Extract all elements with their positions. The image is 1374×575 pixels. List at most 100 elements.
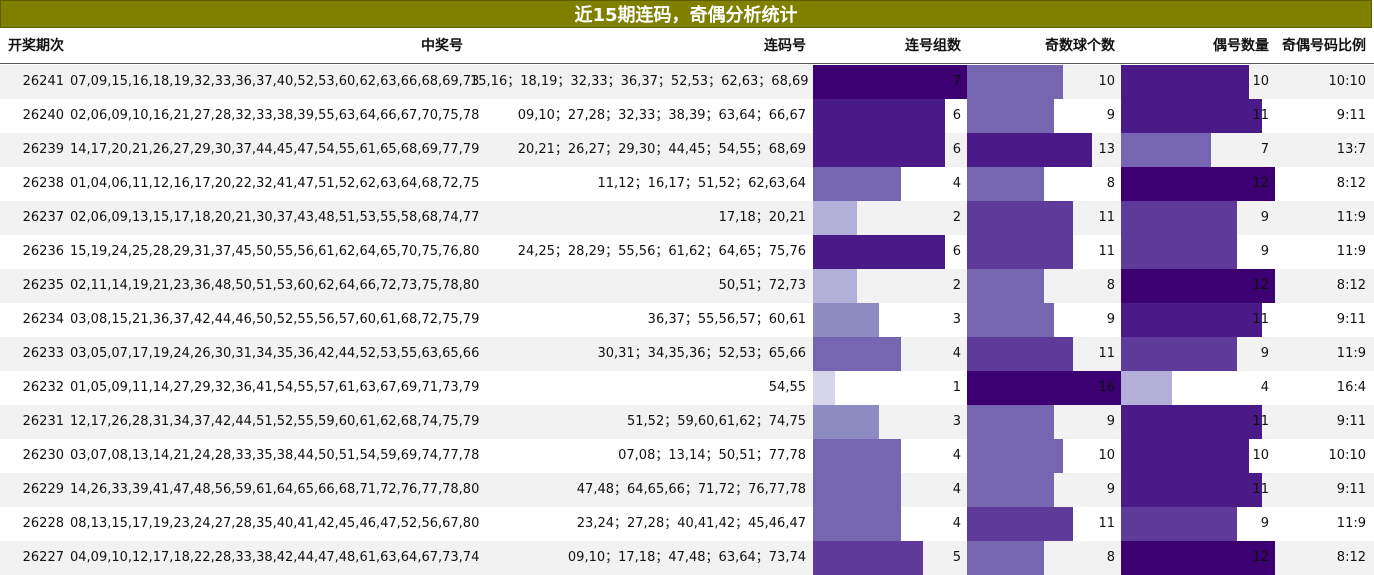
cell-odd: 11 (1098, 210, 1115, 225)
cell-even: 12 (1252, 550, 1269, 565)
cell-ratio: 9:11 (1336, 312, 1366, 327)
cell-consec: 50,51；72,73 (718, 278, 806, 293)
cell-even: 10 (1252, 448, 1269, 463)
cell-groups: 6 (952, 142, 961, 157)
cell-ratio: 9:11 (1336, 108, 1366, 123)
cell-consec: 23,24；27,28；40,41,42；45,46,47 (576, 516, 806, 531)
cell-period: 26235 (22, 278, 64, 293)
cell-numbers: 04,09,10,12,17,18,22,28,33,38,42,44,47,4… (70, 550, 480, 565)
cell-numbers: 03,07,08,13,14,21,24,28,33,35,38,44,50,5… (70, 448, 480, 463)
cell-ratio: 11:9 (1336, 516, 1366, 531)
cell-odd: 9 (1106, 414, 1115, 429)
cell-period: 26239 (22, 142, 64, 157)
cell-period: 26241 (22, 74, 64, 89)
cell-consec: 51,52；59,60,61,62；74,75 (627, 414, 806, 429)
cell-even: 11 (1252, 482, 1269, 497)
header-ratio: 奇偶号码比例 (1282, 38, 1366, 54)
cell-groups: 6 (952, 108, 961, 123)
header-odd: 奇数球个数 (1045, 38, 1115, 54)
cell-period: 26231 (22, 414, 64, 429)
table-row: 26241 07,09,15,16,18,19,32,33,36,37,40,52… (0, 65, 1374, 99)
cell-ratio: 11:9 (1336, 244, 1366, 259)
cell-numbers: 03,05,07,17,19,24,26,30,31,34,35,36,42,4… (70, 346, 480, 361)
cell-groups: 2 (952, 210, 961, 225)
cell-numbers: 14,26,33,39,41,47,48,56,59,61,64,65,66,6… (70, 482, 480, 497)
table-title: 近15期连码，奇偶分析统计 (0, 0, 1372, 28)
cell-consec: 15,16；18,19；32,33；36,37；52,53；62,63；68,6… (470, 74, 809, 89)
cell-numbers: 08,13,15,17,19,23,24,27,28,35,40,41,42,4… (70, 516, 480, 531)
table-row: 26240 02,06,09,10,16,21,27,28,32,33,38,39… (0, 99, 1374, 133)
cell-ratio: 10:10 (1328, 74, 1366, 89)
cell-even: 12 (1252, 176, 1269, 191)
header-row: 开奖期次 中奖号 连码号 连号组数 奇数球个数 偶号数量 奇偶号码比例 (0, 30, 1374, 64)
cell-period: 26230 (22, 448, 64, 463)
cell-groups: 4 (952, 482, 961, 497)
cell-numbers: 02,06,09,10,16,21,27,28,32,33,38,39,55,6… (70, 108, 480, 123)
cell-consec: 47,48；64,65,66；71,72；76,77,78 (576, 482, 806, 497)
cell-even: 7 (1260, 142, 1269, 157)
cell-period: 26240 (22, 108, 64, 123)
cell-odd: 9 (1106, 482, 1115, 497)
cell-even: 11 (1252, 312, 1269, 327)
cell-odd: 8 (1106, 176, 1115, 191)
cell-consec: 07,08；13,14；50,51；77,78 (618, 448, 806, 463)
cell-consec: 20,21；26,27；29,30；44,45；54,55；68,69 (517, 142, 806, 157)
cell-groups: 4 (952, 176, 961, 191)
cell-consec: 09,10；17,18；47,48；63,64；73,74 (567, 550, 806, 565)
table-row: 26230 03,07,08,13,14,21,24,28,33,35,38,44… (0, 439, 1374, 473)
cell-odd: 11 (1098, 346, 1115, 361)
cell-odd: 9 (1106, 108, 1115, 123)
cell-even: 4 (1260, 380, 1269, 395)
header-consec: 连码号 (764, 38, 806, 54)
cell-even: 9 (1260, 346, 1269, 361)
cell-ratio: 16:4 (1336, 380, 1366, 395)
table-row: 26235 02,11,14,19,21,23,36,48,50,51,53,60… (0, 269, 1374, 303)
table-row: 26233 03,05,07,17,19,24,26,30,31,34,35,36… (0, 337, 1374, 371)
cell-odd: 11 (1098, 244, 1115, 259)
table-row: 26239 14,17,20,21,26,27,29,30,37,44,45,47… (0, 133, 1374, 167)
cell-groups: 7 (952, 74, 961, 89)
cell-ratio: 8:12 (1336, 550, 1366, 565)
cell-numbers: 01,05,09,11,14,27,29,32,36,41,54,55,57,6… (70, 380, 480, 395)
cell-numbers: 02,11,14,19,21,23,36,48,50,51,53,60,62,6… (70, 278, 480, 293)
cell-odd: 8 (1106, 278, 1115, 293)
table-row: 26236 15,19,24,25,28,29,31,37,45,50,55,56… (0, 235, 1374, 269)
cell-numbers: 12,17,26,28,31,34,37,42,44,51,52,55,59,6… (70, 414, 480, 429)
header-period: 开奖期次 (8, 38, 64, 54)
cell-ratio: 10:10 (1328, 448, 1366, 463)
cell-ratio: 8:12 (1336, 176, 1366, 191)
table-row: 26237 02,06,09,13,15,17,18,20,21,30,37,43… (0, 201, 1374, 235)
cell-groups: 6 (952, 244, 961, 259)
cell-period: 26228 (22, 516, 64, 531)
cell-numbers: 07,09,15,16,18,19,32,33,36,37,40,52,53,6… (70, 74, 480, 89)
cell-groups: 5 (952, 550, 961, 565)
cell-consec: 11,12；16,17；51,52；62,63,64 (597, 176, 806, 191)
header-even: 偶号数量 (1213, 38, 1269, 54)
cell-odd: 8 (1106, 550, 1115, 565)
cell-groups: 3 (952, 414, 961, 429)
cell-period: 26233 (22, 346, 64, 361)
cell-groups: 1 (952, 380, 961, 395)
cell-odd: 9 (1106, 312, 1115, 327)
cell-ratio: 11:9 (1336, 346, 1366, 361)
cell-period: 26227 (22, 550, 64, 565)
cell-consec: 36,37；55,56,57；60,61 (647, 312, 806, 327)
cell-even: 11 (1252, 108, 1269, 123)
table-row: 26238 01,04,06,11,12,16,17,20,22,32,41,47… (0, 167, 1374, 201)
cell-period: 26232 (22, 380, 64, 395)
cell-ratio: 11:9 (1336, 210, 1366, 225)
table-row: 26234 03,08,15,21,36,37,42,44,46,50,52,55… (0, 303, 1374, 337)
cell-period: 26234 (22, 312, 64, 327)
cell-odd: 13 (1098, 142, 1115, 157)
cell-odd: 16 (1098, 380, 1115, 395)
cell-even: 10 (1252, 74, 1269, 89)
table-row: 26229 14,26,33,39,41,47,48,56,59,61,64,65… (0, 473, 1374, 507)
cell-numbers: 14,17,20,21,26,27,29,30,37,44,45,47,54,5… (70, 142, 480, 157)
cell-numbers: 15,19,24,25,28,29,31,37,45,50,55,56,61,6… (70, 244, 480, 259)
cell-groups: 4 (952, 516, 961, 531)
cell-ratio: 13:7 (1336, 142, 1366, 157)
cell-consec: 30,31；34,35,36；52,53；65,66 (597, 346, 806, 361)
cell-even: 9 (1260, 516, 1269, 531)
cell-period: 26237 (22, 210, 64, 225)
cell-period: 26236 (22, 244, 64, 259)
